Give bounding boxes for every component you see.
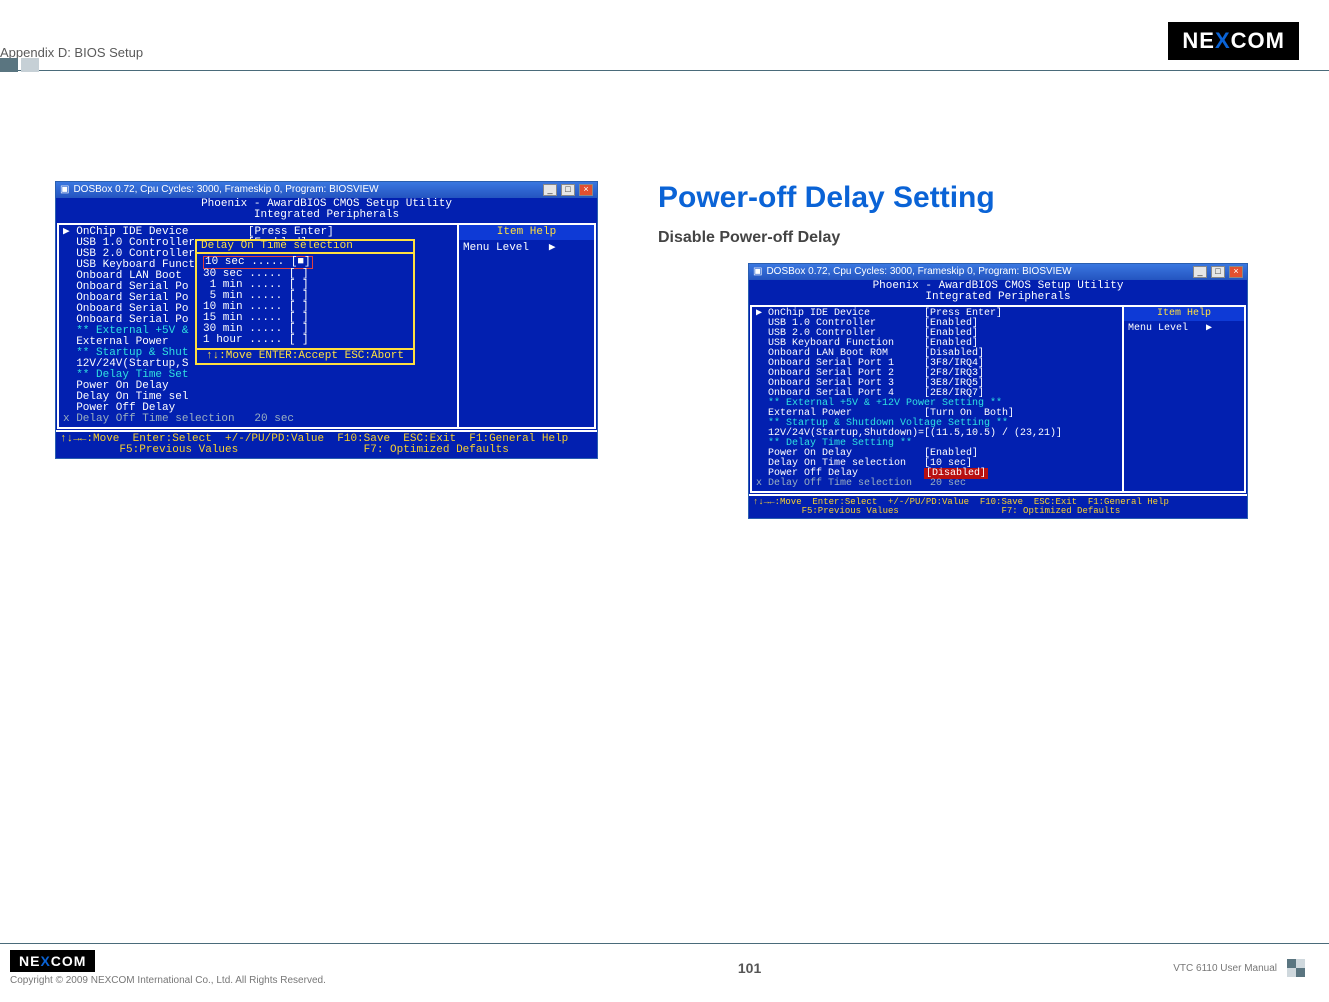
footer-left: NEXCOM Copyright © 2009 NEXCOM Internati… bbox=[10, 950, 326, 986]
menu-level: Menu Level ▶ bbox=[1128, 324, 1240, 334]
manual-name: VTC 6110 User Manual bbox=[1173, 963, 1277, 974]
bios-title-2: Integrated Peripherals bbox=[749, 292, 1247, 303]
item-help-header: Item Help bbox=[1124, 307, 1244, 321]
bios-body: ▶ OnChip IDE Device [Press Enter] USB 1.… bbox=[57, 223, 596, 429]
page-number: 101 bbox=[738, 960, 761, 976]
page-header: Appendix D: BIOS Setup NEXCOM bbox=[0, 0, 1329, 68]
bios-footer: ↑↓→←:Move Enter:Select +/-/PU/PD:Value F… bbox=[749, 494, 1247, 518]
dosbox-icon: ▣ bbox=[60, 185, 69, 195]
dosbox-title-text: DOSBox 0.72, Cpu Cycles: 3000, Frameskip… bbox=[766, 267, 1189, 277]
maximize-button[interactable]: □ bbox=[1211, 266, 1225, 278]
bios-right-pane: Item Help Menu Level ▶ bbox=[459, 225, 594, 427]
page-content: ▣ DOSBox 0.72, Cpu Cycles: 3000, Framesk… bbox=[0, 71, 1329, 519]
bios-row-disabled: x Delay Off Time selection 20 sec bbox=[756, 479, 1118, 489]
right-column: Power-off Delay Setting Disable Power-of… bbox=[658, 181, 1258, 519]
dosbox-titlebar: ▣ DOSBox 0.72, Cpu Cycles: 3000, Framesk… bbox=[749, 264, 1247, 280]
dosbox-titlebar: ▣ DOSBox 0.72, Cpu Cycles: 3000, Framesk… bbox=[56, 182, 597, 198]
footer-right: VTC 6110 User Manual bbox=[1173, 959, 1305, 977]
brand-logo: NEXCOM bbox=[1168, 22, 1299, 60]
corner-decoration bbox=[1287, 959, 1305, 977]
section-subtitle: Disable Power-off Delay bbox=[658, 229, 1258, 247]
dosbox-window-right: ▣ DOSBox 0.72, Cpu Cycles: 3000, Framesk… bbox=[748, 263, 1248, 519]
left-screenshot: ▣ DOSBox 0.72, Cpu Cycles: 3000, Framesk… bbox=[55, 181, 598, 459]
menu-level: Menu Level ▶ bbox=[463, 243, 590, 254]
bios-header: Phoenix - AwardBIOS CMOS Setup Utility I… bbox=[56, 198, 597, 222]
minimize-button[interactable]: _ bbox=[1193, 266, 1207, 278]
popup-options[interactable]: 10 sec ..... [■] 30 sec ..... [ ] 1 min … bbox=[197, 254, 413, 350]
copyright: Copyright © 2009 NEXCOM International Co… bbox=[10, 975, 326, 986]
bios-right-pane: Item Help Menu Level ▶ bbox=[1124, 307, 1244, 491]
bios-left-pane[interactable]: ▶ OnChip IDE Device [Press Enter] USB 1.… bbox=[59, 225, 459, 427]
bios-title-2: Integrated Peripherals bbox=[56, 210, 597, 221]
bios-body: ▶ OnChip IDE Device [Press Enter] USB 1.… bbox=[750, 305, 1246, 493]
dosbox-title-text: DOSBox 0.72, Cpu Cycles: 3000, Frameskip… bbox=[73, 185, 539, 195]
close-button[interactable]: × bbox=[579, 184, 593, 196]
bios-left-pane[interactable]: ▶ OnChip IDE Device [Press Enter] USB 1.… bbox=[752, 307, 1124, 491]
close-button[interactable]: × bbox=[1229, 266, 1243, 278]
popup-footer: ↑↓:Move ENTER:Accept ESC:Abort bbox=[197, 350, 413, 363]
dosbox-icon: ▣ bbox=[753, 267, 762, 277]
bios-header: Phoenix - AwardBIOS CMOS Setup Utility I… bbox=[749, 280, 1247, 304]
dosbox-window-left: ▣ DOSBox 0.72, Cpu Cycles: 3000, Framesk… bbox=[55, 181, 598, 459]
minimize-button[interactable]: _ bbox=[543, 184, 557, 196]
popup-option[interactable]: 1 hour ..... [ ] bbox=[203, 335, 407, 346]
bios-footer: ↑↓→←:Move Enter:Select +/-/PU/PD:Value F… bbox=[56, 430, 597, 458]
page-footer: NEXCOM Copyright © 2009 NEXCOM Internati… bbox=[0, 943, 1329, 1002]
delay-on-time-popup[interactable]: Delay On Time selection 10 sec ..... [■]… bbox=[195, 239, 415, 365]
section-title: Power-off Delay Setting bbox=[658, 181, 1258, 215]
popup-title: Delay On Time selection bbox=[197, 241, 413, 254]
item-help-header: Item Help bbox=[459, 225, 594, 240]
bios-row-disabled: x Delay Off Time selection 20 sec bbox=[63, 414, 453, 425]
left-corner-tabs bbox=[0, 58, 39, 72]
maximize-button[interactable]: □ bbox=[561, 184, 575, 196]
footer-logo: NEXCOM bbox=[10, 950, 95, 972]
